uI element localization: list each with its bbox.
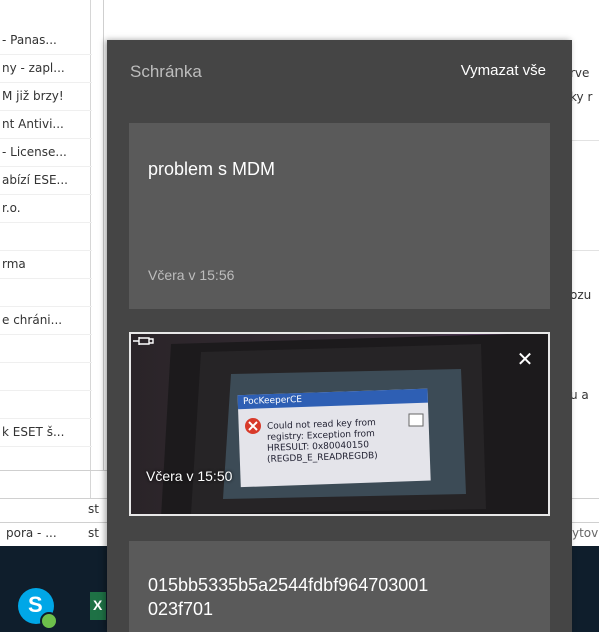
list-cell[interactable]: pora - ... [6, 526, 57, 540]
pane-divider [103, 0, 104, 470]
clipboard-item[interactable]: problem s MDM Včera v 15:56 [129, 123, 550, 309]
clipboard-item-text-line: 015bb5335b5a2544fdbf964703001 [148, 575, 429, 595]
list-item[interactable] [0, 278, 92, 307]
list-item[interactable]: e chráni... [0, 306, 92, 335]
dialog-title: PocKeeperCE [242, 394, 303, 408]
list-cell: st [88, 526, 99, 540]
status-badge [40, 612, 58, 630]
list-item[interactable]: k ESET š... [0, 418, 92, 447]
list-item[interactable]: rma [0, 250, 92, 279]
list-item[interactable]: ny - zapl... [0, 54, 92, 83]
pane-divider [0, 470, 110, 471]
reading-pane-text: u a [570, 388, 589, 402]
skype-icon[interactable]: S [18, 588, 58, 630]
clipboard-item-time: Včera v 15:56 [148, 267, 235, 283]
panel-title: Schránka [130, 62, 202, 81]
email-list: - Panas... ny - zapl... M již brzy! nt A… [0, 0, 92, 560]
list-item[interactable]: r.o. [0, 194, 92, 223]
list-item[interactable] [0, 390, 92, 419]
snippet-text: ytov [572, 526, 599, 540]
divider [570, 140, 599, 141]
list-cell: st [88, 502, 99, 516]
clipboard-item-image[interactable]: PocKeeperCE Could not read key from regi… [129, 332, 550, 516]
clipboard-item[interactable]: 015bb5335b5a2544fdbf964703001 023f701 [129, 541, 550, 632]
reading-pane-text: ky r [570, 90, 593, 104]
list-item[interactable] [0, 334, 92, 363]
close-icon[interactable]: ✕ [514, 348, 536, 370]
clear-all-button[interactable]: Vymazat vše [461, 62, 546, 79]
clipboard-panel: Schránka Vymazat vše problem s MDM Včera… [107, 40, 572, 632]
clipboard-item-time: Včera v 15:50 [146, 468, 233, 484]
reading-pane-text: ozu [570, 288, 592, 302]
list-item[interactable]: M již brzy! [0, 82, 92, 111]
list-item[interactable]: - Panas... [0, 26, 92, 55]
list-item[interactable] [0, 222, 92, 251]
clipboard-item-text: problem s MDM [148, 159, 276, 179]
reading-pane-text: rve [570, 66, 590, 80]
clipboard-item-text: 015bb5335b5a2544fdbf964703001 023f701 [148, 573, 428, 621]
list-item[interactable]: nt Antivi... [0, 110, 92, 139]
excel-icon[interactable]: X [90, 592, 106, 620]
list-item[interactable]: - License... [0, 138, 92, 167]
divider [570, 250, 599, 251]
list-item[interactable] [0, 362, 92, 391]
pin-icon[interactable] [131, 334, 155, 348]
list-item[interactable]: abízí ESE... [0, 166, 92, 195]
clipboard-item-text-line: 023f701 [148, 599, 214, 619]
